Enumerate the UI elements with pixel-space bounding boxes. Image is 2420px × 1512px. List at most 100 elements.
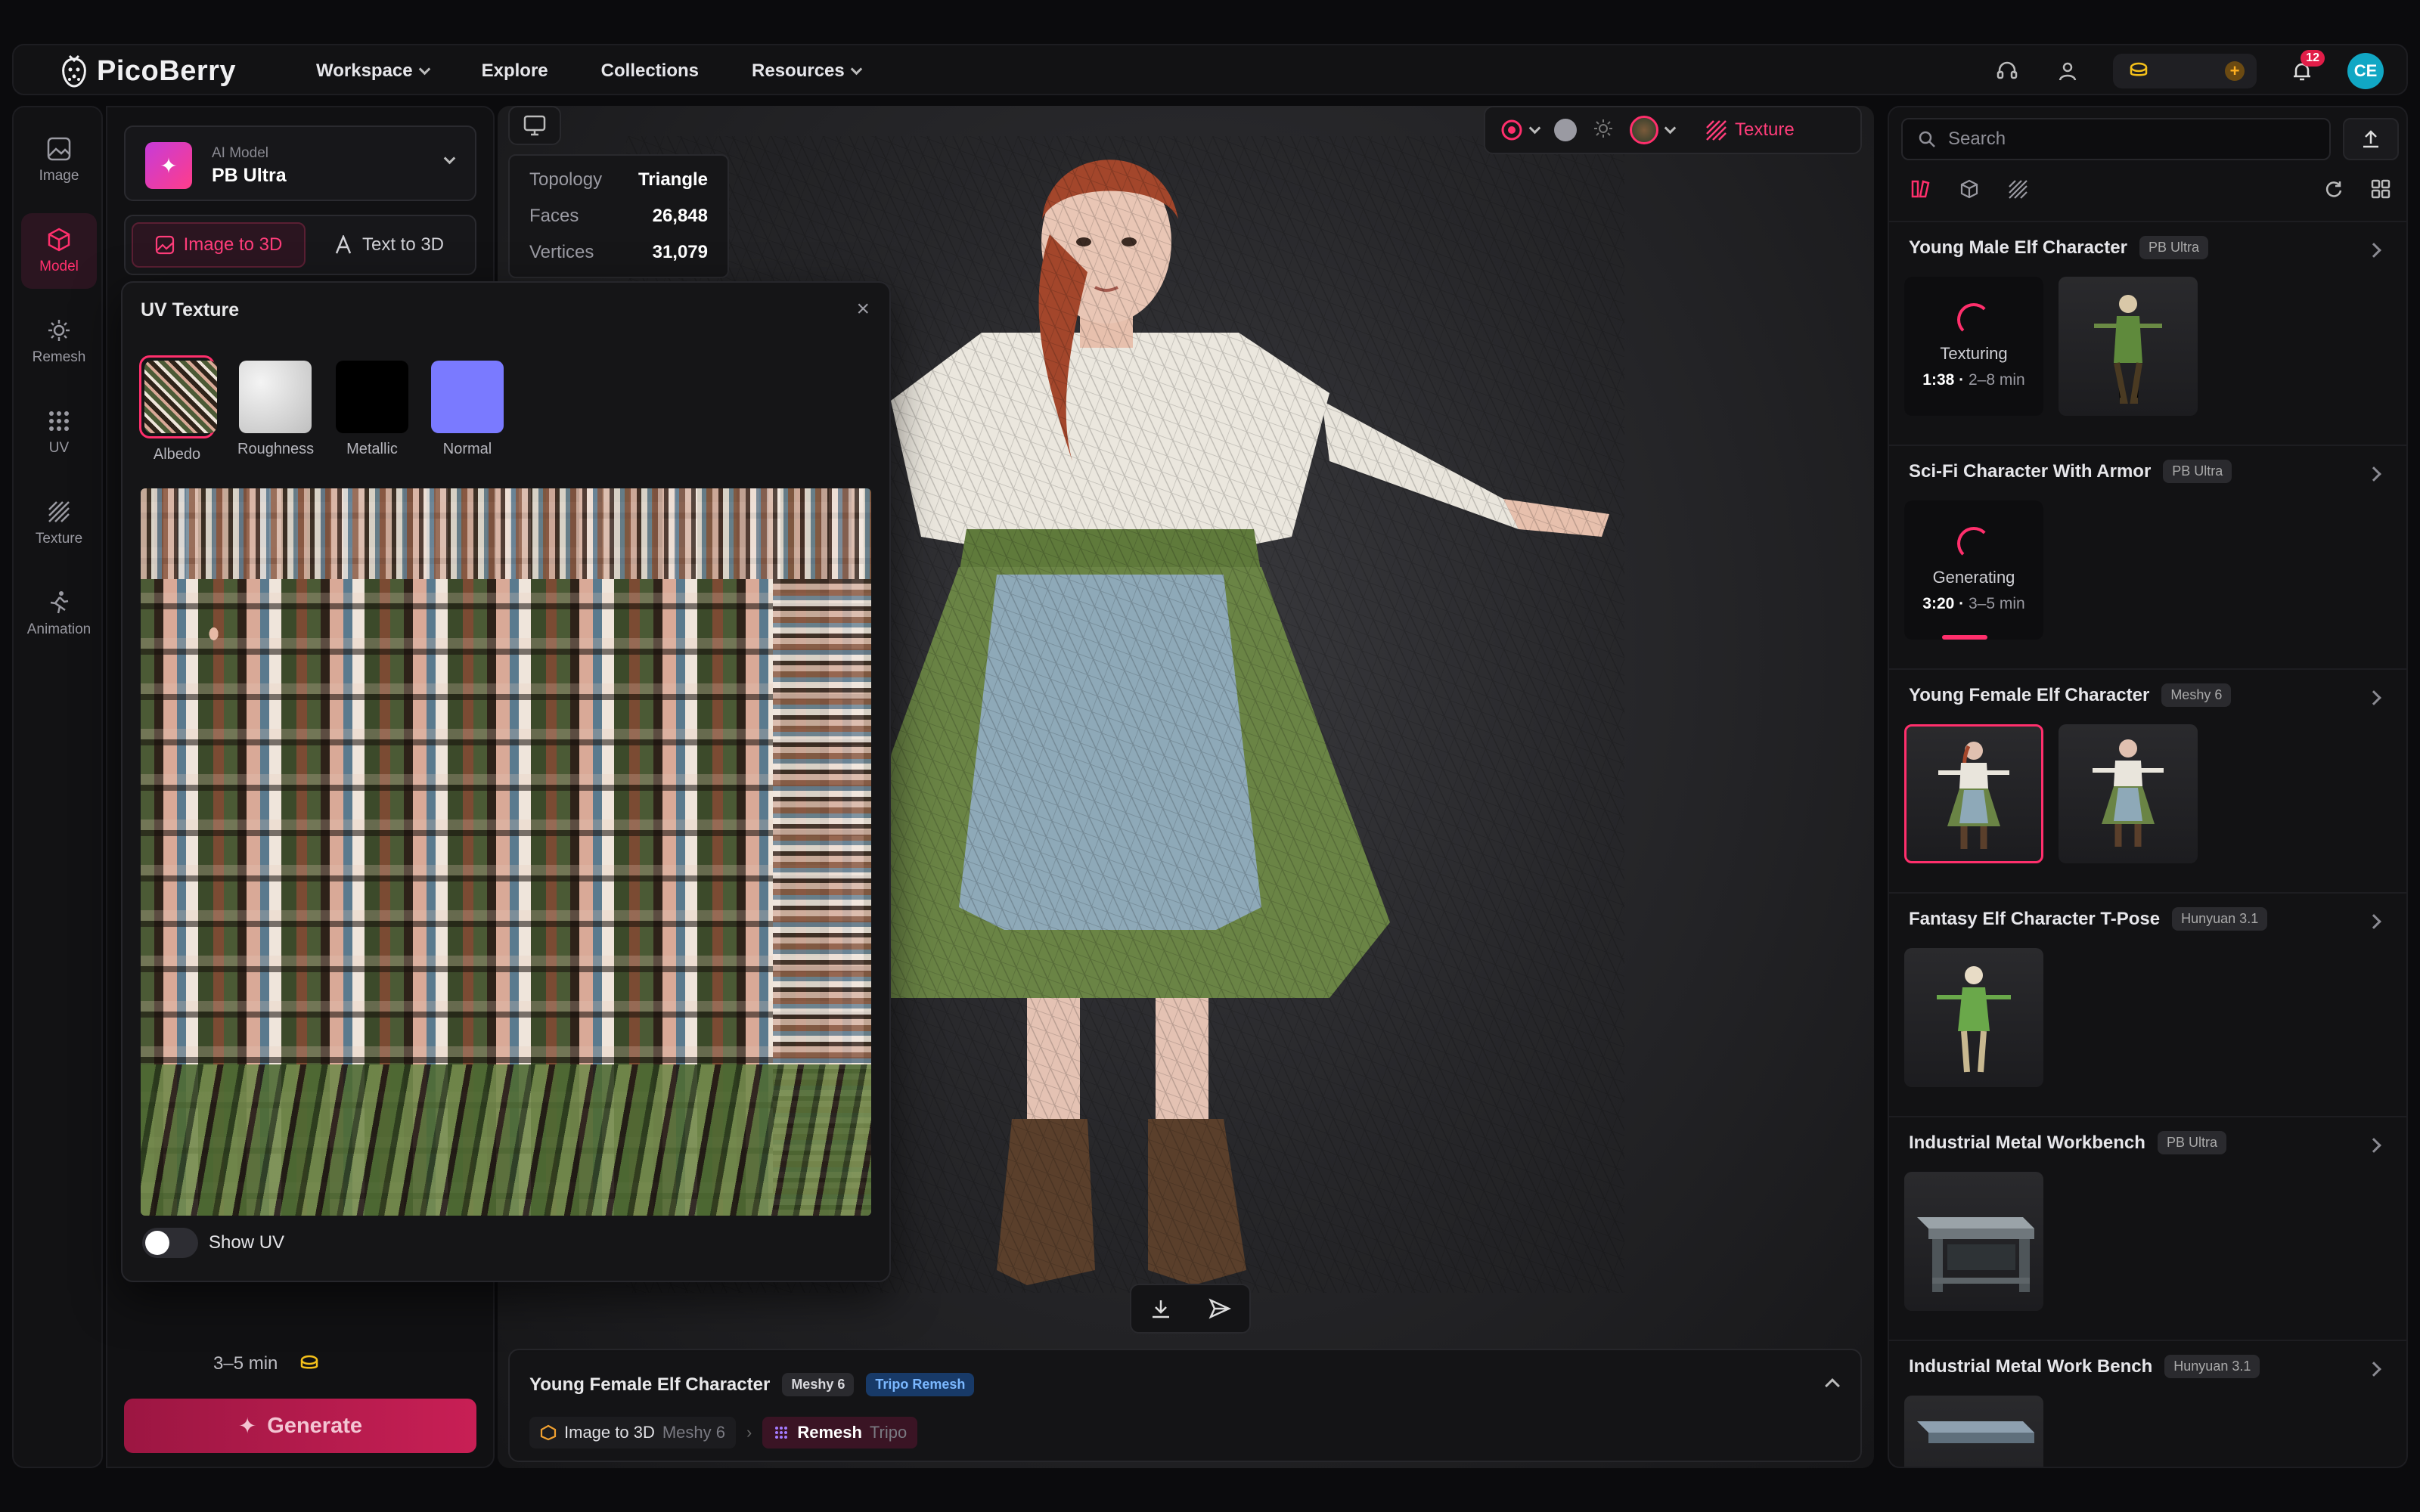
rail-item-remesh[interactable]: Remesh [21,304,97,380]
uv-map-layer [141,488,871,579]
step-remesh[interactable]: Remesh Tripo [762,1417,918,1448]
grid-view-button[interactable] [2370,178,2391,203]
search-input[interactable]: Search [1901,118,2331,160]
uv-texture-map[interactable] [141,488,871,1216]
estimate-row: 3–5 min [213,1353,321,1374]
asset-item[interactable]: Young Male Elf Character PB Ultra Textur… [1889,221,2406,445]
chevron-down-icon [1528,122,1541,134]
account-button[interactable] [2052,56,2083,86]
remesh-tag: Tripo Remesh [866,1373,975,1396]
asset-thumb[interactable] [1904,1396,2043,1467]
notifications-button[interactable]: 12 [2287,50,2325,86]
chevron-right-icon[interactable] [2366,466,2381,482]
generate-button[interactable]: ✦ Generate [124,1399,476,1453]
chevron-right-icon[interactable] [2366,243,2381,258]
chevron-right-icon[interactable] [2366,1138,2381,1153]
asset-thumb-selected[interactable] [1904,724,2043,863]
swatch-albedo[interactable]: Albedo [139,355,217,463]
solid-shading-button[interactable] [1554,119,1577,141]
environment-thumb [1630,116,1658,144]
nav-collections[interactable]: Collections [601,60,699,82]
asset-title: Industrial Metal Work Bench [1909,1356,2153,1377]
asset-thumb[interactable] [2059,724,2198,863]
asset-head: Sci-Fi Character With Armor PB Ultra [1909,460,2232,483]
workbench-figure [1917,1217,2034,1292]
asset-thumb[interactable] [2059,277,2198,416]
upload-button[interactable] [2343,118,2399,160]
lighting-button[interactable] [1592,117,1615,144]
asset-thumb-status[interactable]: Texturing 1:38 · 2–8 min [1904,277,2043,416]
asset-info-bar: Young Female Elf Character Meshy 6 Tripo… [508,1349,1862,1462]
filter-textures[interactable] [2007,178,2028,203]
image-icon [155,235,174,255]
asset-item[interactable]: Industrial Metal Work Bench Hunyuan 3.1 [1889,1340,2406,1467]
asset-badge: PB Ultra [2139,236,2208,259]
avatar[interactable]: CE [2347,53,2384,89]
nav-workspace[interactable]: Workspace [316,60,430,82]
cube-icon [48,228,70,252]
asset-info-title-row: Young Female Elf Character Meshy 6 Tripo… [529,1373,975,1396]
display-mode-button[interactable] [508,106,561,145]
asset-thumb[interactable] [1904,1172,2043,1311]
swatch-roughness[interactable]: Roughness [237,355,314,458]
download-icon [1153,1300,1169,1318]
refresh-button[interactable] [2323,178,2344,203]
asset-thumb[interactable] [1904,948,2043,1087]
filter-models[interactable] [1959,178,1980,203]
asset-item[interactable]: Industrial Metal Workbench PB Ultra [1889,1116,2406,1340]
chevron-right-icon[interactable] [2366,914,2381,929]
chevron-right-icon[interactable] [2366,690,2381,705]
asset-thumb-status[interactable]: Generating 3:20 · 3–5 min [1904,500,2043,640]
status-elapsed: 1:38 [1922,371,1955,389]
spinner-icon [1957,303,1990,336]
rail-item-model[interactable]: Model [21,213,97,289]
filter-actions [2323,178,2391,203]
top-nav-bar: PicoBerry Workspace Explore Collections … [12,44,2408,95]
rail-item-animation[interactable]: Animation [21,576,97,652]
tab-image-to-3d[interactable]: Image to 3D [132,222,306,268]
swatch-label: Normal [442,441,492,457]
material-picker[interactable] [1500,119,1541,141]
rail-item-uv[interactable]: UV [21,395,97,470]
chevron-right-icon[interactable] [2366,1362,2381,1377]
spinner-icon [1957,527,1990,560]
send-button[interactable] [1190,1285,1249,1332]
credits-pill[interactable]: + [2113,54,2257,88]
support-button[interactable] [1992,56,2022,86]
viewport-toolbar: Texture [1484,106,1862,154]
filter-all[interactable] [1910,178,1931,203]
text-icon [335,235,352,254]
brand-logo[interactable]: PicoBerry [59,51,236,91]
stat-row-topology: Topology Triangle [529,169,708,195]
status-overlay: Texturing 1:38 · 2–8 min [1904,277,2043,416]
image-icon [47,137,71,161]
uv-map-layer [141,1064,871,1216]
asset-item[interactable]: Sci-Fi Character With Armor PB Ultra Gen… [1889,445,2406,668]
close-icon[interactable]: × [856,296,870,322]
nav-resources[interactable]: Resources [752,60,863,82]
collapse-chevron-icon[interactable] [1825,1378,1840,1393]
rail-item-texture[interactable]: Texture [21,485,97,561]
show-uv-toggle[interactable] [142,1228,198,1258]
asset-item[interactable]: Fantasy Elf Character T-Pose Hunyuan 3.1 [1889,892,2406,1116]
asset-item[interactable]: Young Female Elf Character Meshy 6 [1889,668,2406,892]
grid-dots-icon [49,411,69,431]
add-credits-button[interactable]: + [2225,61,2245,81]
asset-badge: Meshy 6 [2161,683,2232,707]
asset-title: Sci-Fi Character With Armor [1909,460,2152,482]
texture-mode-button[interactable]: Texture [1705,119,1795,141]
swatch-normal[interactable]: Normal [430,355,505,458]
coin-icon [301,1355,318,1369]
ai-model-select[interactable]: ✦ AI Model PB Ultra [124,125,476,201]
tab-text-to-3d[interactable]: Text to 3D [307,222,470,268]
environment-picker[interactable] [1630,116,1677,144]
send-icon [1208,1298,1231,1319]
rail-item-image[interactable]: Image [21,122,97,198]
progress-bar [1942,635,1987,640]
download-button[interactable] [1131,1285,1190,1332]
swatch-metallic[interactable]: Metallic [334,355,410,458]
nav-explore[interactable]: Explore [482,60,548,82]
chevron-down-icon [850,63,863,75]
step-image-to-3d[interactable]: Image to 3D Meshy 6 [529,1417,736,1448]
asset-head: Industrial Metal Work Bench Hunyuan 3.1 [1909,1355,2260,1378]
